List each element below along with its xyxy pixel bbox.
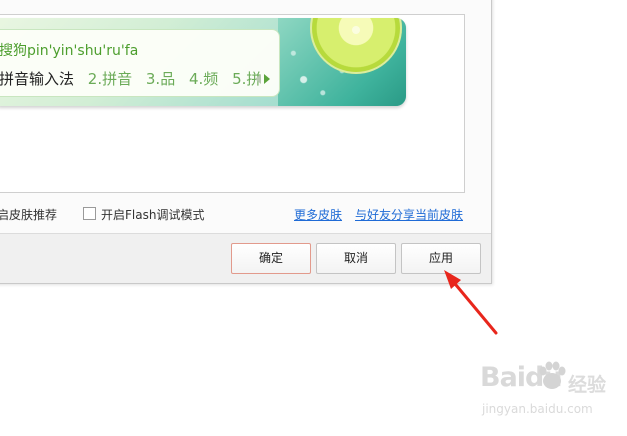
watermark-jingyan: 经验 [568,374,607,396]
watermark-url: jingyan.baidu.com [482,402,593,416]
baidu-paw-icon [539,361,566,389]
baidu-jingyan-watermark: Baidu 经验 jingyan.baidu.com [480,361,620,422]
